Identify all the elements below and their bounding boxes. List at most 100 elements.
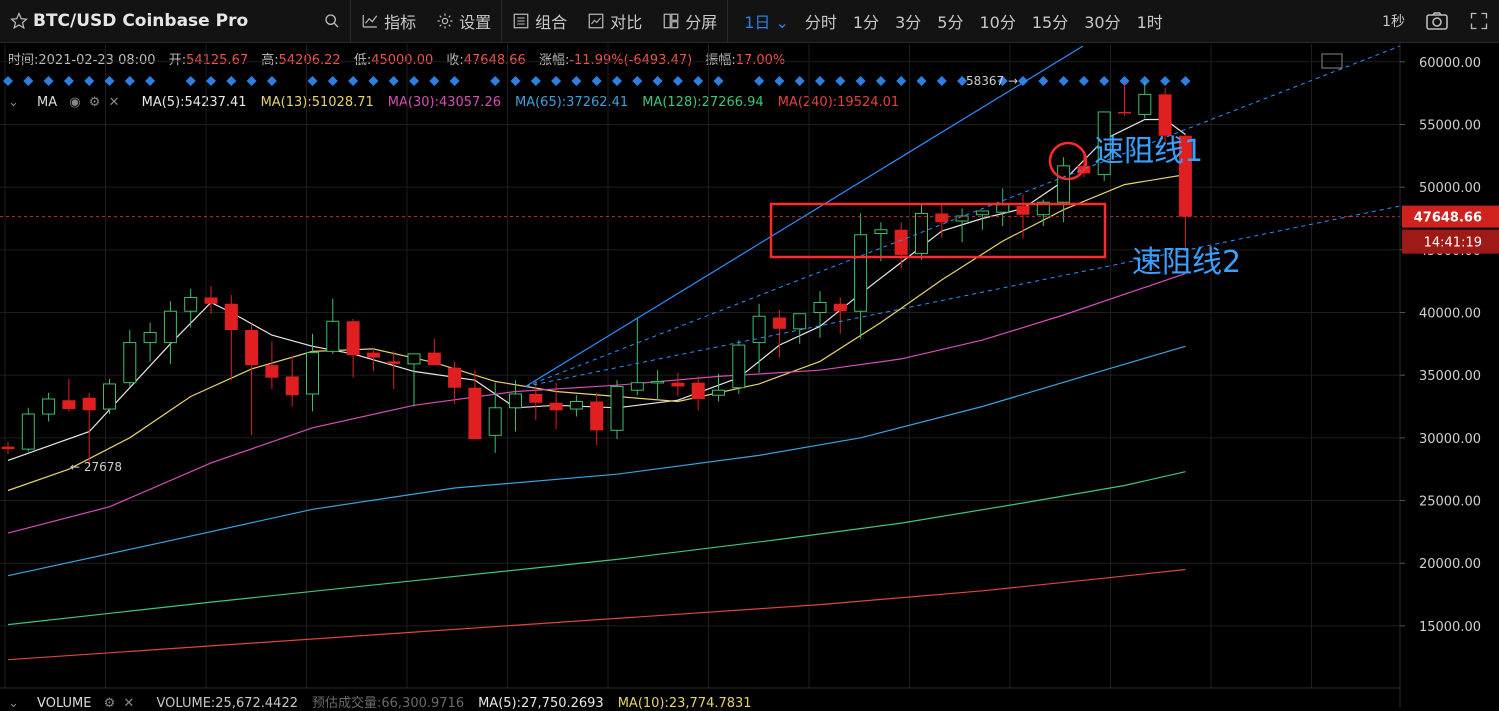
session-marker [388, 76, 399, 86]
candle-body [1158, 94, 1172, 136]
candle-body [448, 367, 462, 388]
high-marker: 58367 → [966, 74, 1018, 88]
session-marker [835, 76, 846, 86]
volume-legend-name: VOLUME [37, 696, 92, 711]
candle-body [549, 402, 563, 411]
session-marker [896, 76, 907, 86]
candle-body [468, 387, 482, 440]
candle-body [813, 301, 827, 313]
candle-body [569, 400, 583, 410]
session-marker [307, 76, 318, 86]
session-marker [1038, 76, 1049, 86]
price-tick-label: 60000.00 [1419, 56, 1481, 71]
candle-body [245, 330, 259, 366]
session-marker [429, 76, 440, 86]
candle-body [894, 229, 908, 255]
candle-body [1138, 93, 1152, 115]
session-marker [449, 76, 460, 86]
session-marker [713, 76, 724, 86]
price-tick-label: 35000.00 [1419, 369, 1481, 384]
session-marker [1160, 76, 1171, 86]
session-marker [632, 76, 643, 86]
session-marker [348, 76, 359, 86]
session-marker [1180, 76, 1191, 86]
session-marker [855, 76, 866, 86]
annotation-label-1: 速阻线1 [1094, 134, 1203, 169]
candle-body [935, 213, 949, 223]
session-marker [266, 76, 277, 86]
session-marker [84, 76, 95, 86]
price-tick-label: 40000.00 [1419, 307, 1481, 322]
candle-body [630, 382, 644, 391]
session-marker [612, 76, 622, 86]
candle-body [224, 303, 238, 331]
close-icon[interactable]: ✕ [123, 696, 134, 711]
volume-collapse-icon[interactable]: ⌄ [8, 696, 19, 711]
session-marker [774, 76, 785, 86]
session-marker [530, 76, 541, 86]
candle-body [123, 342, 137, 384]
session-marker [124, 76, 135, 86]
candle-body [1, 446, 15, 450]
ma-line-MA(128) [7, 471, 1186, 626]
session-marker [1078, 76, 1089, 86]
session-marker [1099, 76, 1110, 86]
candle-body [610, 385, 624, 431]
session-marker [510, 76, 521, 86]
price-chart[interactable]: 速阻线1 速阻线2 58367 → ← 27678 60000.00 55000.00 5… [0, 0, 1499, 708]
volume-legend: ⌄ VOLUME ⚙ ✕ VOLUME:25,672.4422 预估成交量:66,… [8, 692, 780, 711]
candle-body [184, 296, 198, 312]
candle-body [427, 352, 441, 366]
candle-body [366, 352, 380, 358]
volume-legend-item-1: 预估成交量:66,300.9716 [312, 696, 465, 711]
volume-legend-item-0: VOLUME:25,672.4422 [156, 696, 298, 711]
candle-body [712, 389, 725, 396]
session-marker [815, 76, 825, 86]
candle-body [671, 382, 685, 387]
session-marker [23, 76, 34, 86]
candle-body [874, 229, 888, 235]
candle-body [21, 413, 35, 450]
price-tick-label: 15000.00 [1419, 620, 1481, 635]
volume-legend-item-3: MA(10):23,774.7831 [617, 696, 752, 711]
annotation-box [769, 202, 1107, 259]
candle-body [854, 234, 868, 312]
candle-body [285, 376, 299, 396]
candle-body [691, 382, 705, 399]
session-marker [226, 76, 237, 86]
low-marker: ← 27678 [70, 460, 122, 474]
candle-body [488, 407, 502, 436]
candle-body [590, 401, 604, 431]
candle-body [407, 353, 421, 365]
session-marker [652, 76, 663, 86]
candle-body [103, 383, 116, 410]
candle-body [915, 212, 928, 255]
candle-body [265, 365, 279, 378]
session-marker [571, 76, 582, 86]
candle-body [651, 380, 665, 384]
candle-body [42, 398, 56, 415]
ma-line-MA(240) [7, 568, 1186, 661]
session-marker [693, 76, 704, 86]
candle-body [62, 400, 76, 410]
countdown-text: 14:41:19 [1424, 236, 1482, 251]
session-marker [246, 76, 257, 86]
price-tick-label: 25000.00 [1419, 495, 1481, 510]
candle-body [306, 352, 319, 395]
candle-body [1118, 111, 1131, 114]
gear-icon[interactable]: ⚙ [104, 696, 116, 711]
candle-body [163, 310, 177, 344]
candle-body [975, 210, 989, 216]
candle-body [82, 397, 96, 411]
session-marker [754, 76, 765, 86]
candle-body [793, 313, 807, 330]
session-marker [368, 76, 379, 86]
candle-body [833, 303, 847, 312]
session-marker [875, 76, 886, 86]
candle-body [204, 297, 218, 304]
speed-resistance-line-2 [525, 205, 1401, 387]
price-tick-label: 20000.00 [1419, 557, 1481, 572]
price-tick-label: 50000.00 [1419, 181, 1481, 196]
session-marker [490, 76, 501, 86]
candle-body [1016, 205, 1030, 215]
